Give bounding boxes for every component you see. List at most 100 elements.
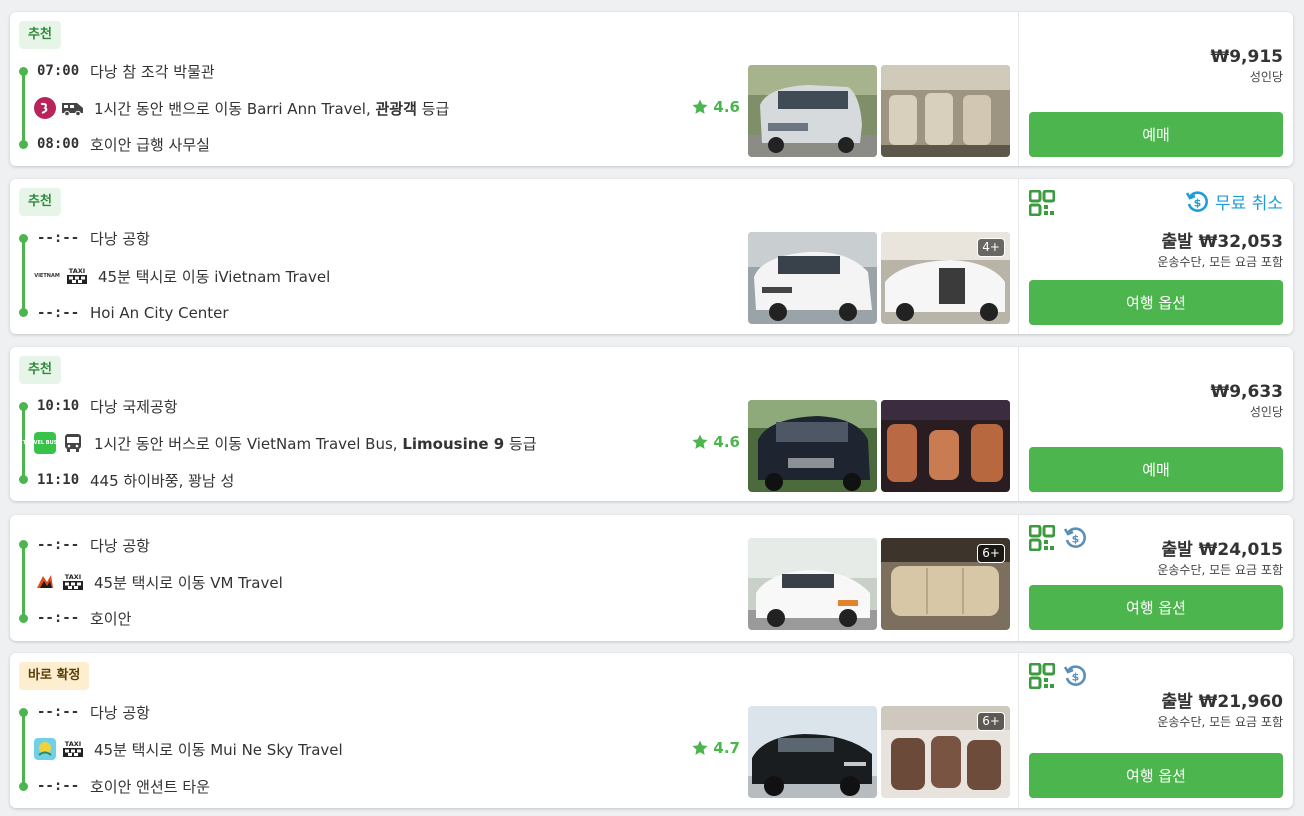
timeline-line xyxy=(22,239,25,313)
arrival-place: Hoi An City Center xyxy=(90,304,229,322)
timeline-dot xyxy=(19,540,28,549)
svg-text:$: $ xyxy=(1072,533,1080,546)
price-note: 운송수단, 모든 요금 포함 xyxy=(1157,563,1283,577)
operator-logo xyxy=(34,571,56,593)
operator-logo: VIETNAM xyxy=(34,265,60,287)
listing-card[interactable]: 바로 확정 --:-- 다낭 공항 TAXI 45분 택시로 이동 Mui Ne… xyxy=(10,653,1293,808)
operator-logo xyxy=(34,97,56,119)
timeline-line xyxy=(22,713,25,787)
price: 출발 ₩21,960 xyxy=(1161,692,1283,712)
arrival-time: 11:10 xyxy=(37,472,80,488)
route-description: 1시간 동안 버스로 이동 VietNam Travel Bus, Limous… xyxy=(94,434,537,453)
operator-logo: TRAVEL BUS.VN xyxy=(23,432,67,454)
timeline-dot xyxy=(19,475,28,484)
vehicle-photo[interactable]: 4+ xyxy=(881,232,1010,324)
departure-time: --:-- xyxy=(37,704,80,720)
taxi-label: TAXI xyxy=(69,267,85,275)
route-description: 1시간 동안 밴으로 이동 Barri Ann Travel, 관광객 등급 xyxy=(94,99,450,118)
price-note: 성인당 xyxy=(1249,70,1283,84)
star-icon xyxy=(692,740,708,755)
listing-card[interactable]: 추천 10:10 다낭 국제공항 TRAVEL BUS.VN 1시간 동안 버스… xyxy=(10,347,1293,501)
price: ₩9,915 xyxy=(1210,47,1283,67)
taxi-label: TAXI xyxy=(65,740,81,748)
departure-place: 다낭 공항 xyxy=(90,229,150,248)
more-photos-count[interactable]: 6+ xyxy=(977,544,1005,563)
vehicle-photo[interactable] xyxy=(748,538,877,630)
bus-icon xyxy=(60,433,86,453)
van-icon xyxy=(60,98,86,118)
book-button[interactable]: 예매 xyxy=(1029,112,1283,157)
more-photos-count[interactable]: 6+ xyxy=(977,712,1005,731)
price-note: 운송수단, 모든 요금 포함 xyxy=(1157,715,1283,729)
book-button[interactable]: 예매 xyxy=(1029,447,1283,492)
price: 출발 ₩32,053 xyxy=(1161,232,1283,252)
listing-card[interactable]: 추천 07:00 다낭 참 조각 박물관 1시간 동안 밴으로 이동 Barri… xyxy=(10,12,1293,166)
departure-place: 다낭 공항 xyxy=(90,703,150,722)
price-note: 성인당 xyxy=(1249,405,1283,419)
vehicle-photo[interactable] xyxy=(748,706,877,798)
refund-icon: $ xyxy=(1185,190,1208,212)
departure-place: 다낭 공항 xyxy=(90,536,150,555)
listing-card[interactable]: 추천 --:-- 다낭 공항 VIETNAM TAXI 45분 택시로 이동 i… xyxy=(10,179,1293,334)
more-photos-count[interactable]: 4+ xyxy=(977,238,1005,257)
timeline-line xyxy=(22,72,25,146)
price-note: 운송수단, 모든 요금 포함 xyxy=(1157,255,1283,269)
vehicle-interior-photo[interactable]: 6+ xyxy=(881,538,1010,630)
timeline-dot xyxy=(19,614,28,623)
timeline-dot xyxy=(19,708,28,717)
taxi-label: TAXI xyxy=(65,573,81,581)
vehicle-photo[interactable] xyxy=(748,400,877,492)
timeline-line xyxy=(22,545,25,619)
timeline-dot xyxy=(19,782,28,791)
travel-options-button[interactable]: 여행 옵션 xyxy=(1029,585,1283,630)
price: ₩9,633 xyxy=(1210,382,1283,402)
recommended-badge: 추천 xyxy=(19,21,61,49)
vehicle-photo[interactable] xyxy=(748,65,877,157)
vehicle-photo[interactable] xyxy=(748,232,877,324)
qr-code-icon xyxy=(1029,663,1055,689)
star-icon xyxy=(692,434,708,449)
route-description: 45분 택시로 이동 Mui Ne Sky Travel xyxy=(94,740,343,759)
departure-time: --:-- xyxy=(37,230,80,246)
refund-icon: $ xyxy=(1063,527,1086,548)
arrival-time: --:-- xyxy=(37,778,80,794)
taxi-icon: TAXI xyxy=(60,739,86,759)
arrival-place: 호이안 xyxy=(90,609,132,628)
travel-options-button[interactable]: 여행 옵션 xyxy=(1029,753,1283,798)
price: 출발 ₩24,015 xyxy=(1161,540,1283,560)
arrival-place: 호이안 앤션트 타운 xyxy=(90,777,210,796)
departure-time: 10:10 xyxy=(37,398,80,414)
route-description: 45분 택시로 이동 iVietnam Travel xyxy=(98,267,331,286)
departure-place: 다낭 국제공항 xyxy=(90,397,178,416)
operator-logo xyxy=(34,738,56,760)
departure-time: --:-- xyxy=(37,537,80,553)
departure-time: 07:00 xyxy=(37,63,80,79)
vehicle-interior-photo[interactable]: 6+ xyxy=(881,706,1010,798)
recommended-badge: 추천 xyxy=(19,356,61,384)
arrival-time: 08:00 xyxy=(37,136,80,152)
qr-code-icon xyxy=(1029,190,1055,216)
rating: 4.6 xyxy=(691,98,740,116)
taxi-icon: TAXI xyxy=(60,572,86,592)
qr-code-icon xyxy=(1029,525,1055,551)
svg-text:$: $ xyxy=(1072,671,1080,684)
vehicle-interior-photo[interactable] xyxy=(881,400,1010,492)
free-cancellation: $ 무료 취소 xyxy=(1185,189,1283,214)
timeline-dot xyxy=(19,140,28,149)
route-description: 45분 택시로 이동 VM Travel xyxy=(94,573,283,592)
star-icon xyxy=(692,99,708,114)
svg-text:$: $ xyxy=(1194,196,1202,209)
arrival-time: --:-- xyxy=(37,305,80,321)
departure-place: 다낭 참 조각 박물관 xyxy=(90,62,215,81)
timeline-dot xyxy=(19,234,28,243)
vehicle-interior-photo[interactable] xyxy=(881,65,1010,157)
rating: 4.6 xyxy=(691,433,740,451)
arrival-place: 호이안 급행 사무실 xyxy=(90,135,210,154)
travel-options-button[interactable]: 여행 옵션 xyxy=(1029,280,1283,325)
rating: 4.7 xyxy=(691,739,740,757)
listing-card[interactable]: --:-- 다낭 공항 TAXI 45분 택시로 이동 VM Travel --… xyxy=(10,515,1293,641)
arrival-time: --:-- xyxy=(37,610,80,626)
timeline-dot xyxy=(19,402,28,411)
refund-icon: $ xyxy=(1063,665,1086,686)
timeline-dot xyxy=(19,67,28,76)
